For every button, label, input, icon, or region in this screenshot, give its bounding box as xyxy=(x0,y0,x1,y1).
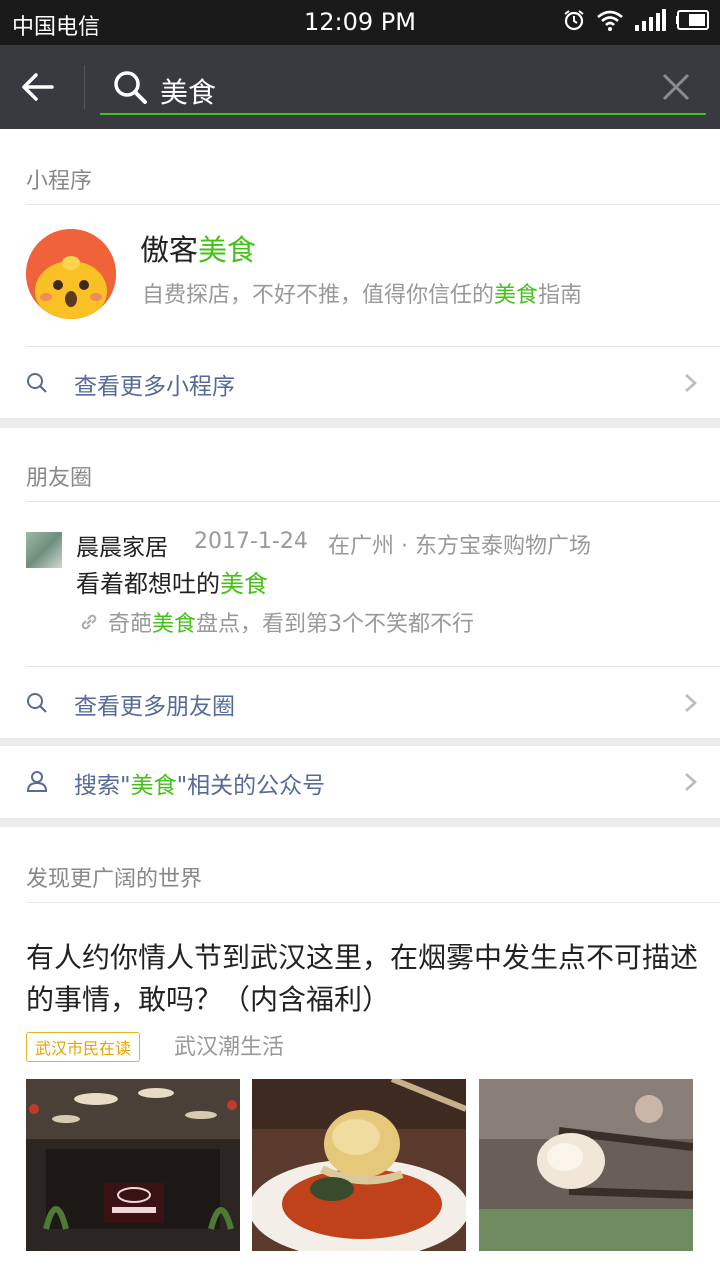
search-input[interactable]: 美食 xyxy=(100,59,706,115)
chevron-right-icon xyxy=(685,374,697,392)
more-miniprograms-link[interactable]: 查看更多小程序 xyxy=(0,347,720,417)
more-moments-link[interactable]: 查看更多朋友圈 xyxy=(0,667,720,737)
signal-icon xyxy=(635,9,666,31)
chevron-right-icon xyxy=(685,694,697,712)
moment-date: 2017-1-24 xyxy=(194,529,308,554)
accounts-label: 搜索"美食"相关的公众号 xyxy=(74,773,326,799)
clear-button[interactable] xyxy=(662,73,690,101)
divider xyxy=(26,501,720,502)
header-divider xyxy=(84,65,85,109)
back-arrow-icon xyxy=(22,73,54,101)
search-header: 美食 xyxy=(0,45,720,129)
person-icon xyxy=(26,771,48,792)
miniprogram-section: 小程序 傲客美食 自费探店，不好不推，值得你信任的美食指南 查看更多小程序 xyxy=(0,129,720,418)
battery-icon xyxy=(676,10,709,30)
section-title: 朋友圈 xyxy=(26,466,93,491)
link-text: 奇葩美食盘点，看到第3个不笑都不行 xyxy=(108,612,475,637)
search-official-accounts-link[interactable]: 搜索"美食"相关的公众号 xyxy=(0,746,720,816)
search-icon xyxy=(27,373,47,393)
more-label: 查看更多小程序 xyxy=(74,374,235,400)
status-icons xyxy=(562,8,710,32)
article-image-restaurant xyxy=(26,1079,240,1251)
accounts-section: 搜索"美食"相关的公众号 xyxy=(0,746,720,818)
section-title: 小程序 xyxy=(26,169,93,194)
miniprogram-name: 傲客美食 xyxy=(140,233,257,267)
status-bar: 中国电信 12:09 PM xyxy=(0,0,720,45)
discover-section: 发现更广阔的世界 有人约你情人节到武汉这里，在烟雾中发生点不可描述的事情，敢吗？… xyxy=(0,827,720,1280)
moment-location: 在广州 · 东方宝泰购物广场 xyxy=(328,534,591,559)
moment-shared-link[interactable]: 奇葩美食盘点，看到第3个不笑都不行 xyxy=(78,606,474,638)
article-title: 有人约你情人节到武汉这里，在烟雾中发生点不可描述的事情，敢吗？（内含福利） xyxy=(26,941,699,1016)
search-icon xyxy=(27,693,47,713)
article-image-food-2 xyxy=(479,1079,693,1251)
divider xyxy=(26,204,720,205)
chevron-right-icon xyxy=(685,773,697,791)
search-icon xyxy=(112,69,148,105)
back-button[interactable] xyxy=(18,67,66,107)
moments-section: 朋友圈 晨晨家居 2017-1-24 在广州 · 东方宝泰购物广场 看着都想吐的… xyxy=(0,428,720,738)
more-label: 查看更多朋友圈 xyxy=(74,694,235,720)
moment-user-avatar xyxy=(26,532,62,568)
wifi-icon xyxy=(597,10,623,31)
alarm-icon xyxy=(564,10,584,31)
close-icon xyxy=(662,73,690,101)
miniprogram-description: 自费探店，不好不推，值得你信任的美食指南 xyxy=(142,283,583,308)
moment-user-name: 晨晨家居 xyxy=(76,535,168,561)
search-query[interactable]: 美食 xyxy=(160,71,216,111)
divider xyxy=(26,902,720,903)
reading-tag: 武汉市民在读 xyxy=(26,1032,141,1062)
moment-text: 看着都想吐的美食 xyxy=(76,570,268,598)
miniprogram-avatar xyxy=(26,229,116,319)
link-icon xyxy=(81,614,97,630)
article-source: 武汉潮生活 xyxy=(174,1035,285,1060)
article-image-food-1 xyxy=(252,1079,466,1251)
section-title: 发现更广阔的世界 xyxy=(26,867,203,892)
